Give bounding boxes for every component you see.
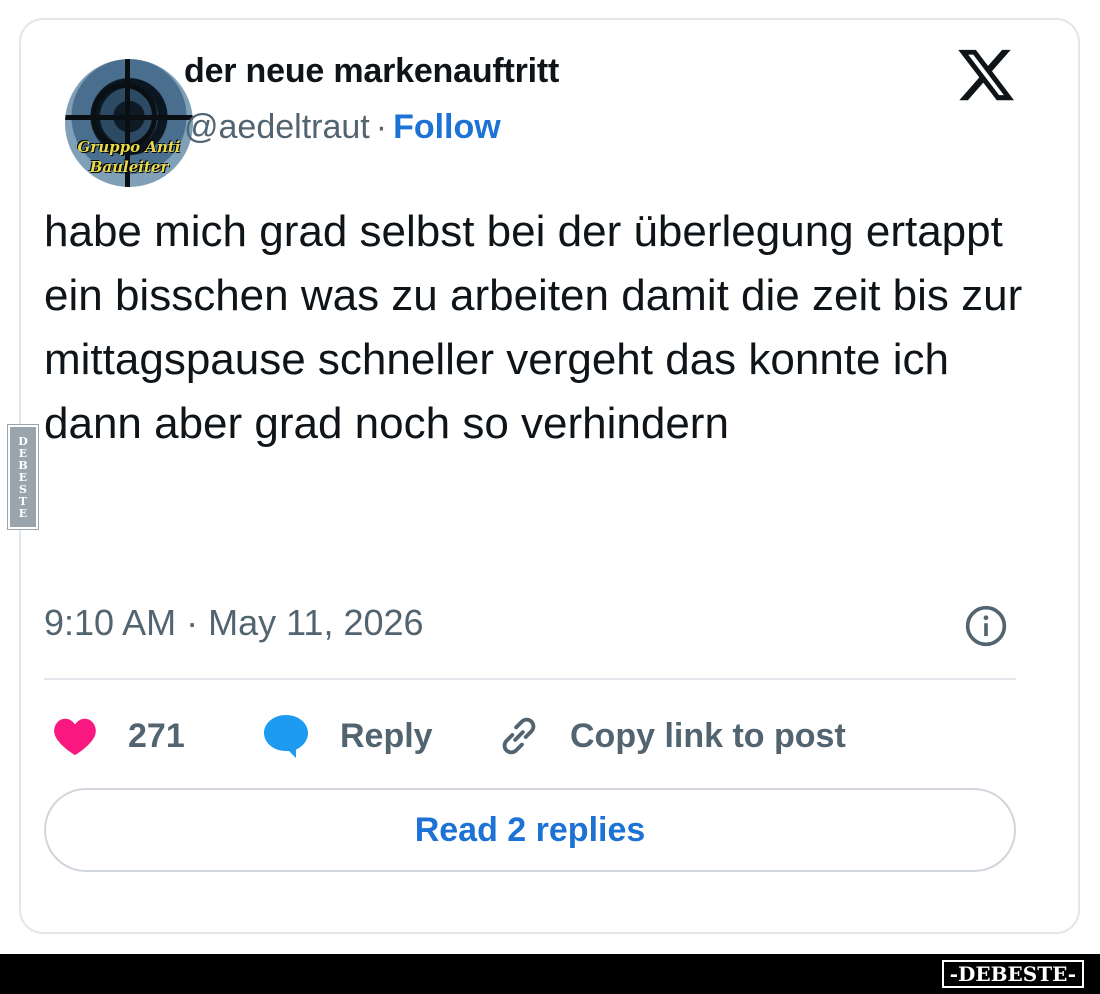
separator: · xyxy=(375,108,388,146)
footer-bar: -DEBESTE- xyxy=(0,954,1100,994)
like-count: 271 xyxy=(128,716,185,755)
reply-label: Reply xyxy=(340,716,433,755)
x-logo-icon[interactable] xyxy=(955,44,1017,106)
speech-bubble-icon xyxy=(264,715,308,758)
link-icon xyxy=(502,717,536,755)
avatar-text-line2: Bauleiter xyxy=(89,158,169,176)
tweet-text: habe mich grad selbst bei der überlegung… xyxy=(44,207,1023,448)
heart-icon xyxy=(54,718,96,756)
reply-button[interactable]: Reply xyxy=(262,710,433,762)
side-watermark: DEBESTE xyxy=(8,425,38,529)
avatar-text-line1: Gruppo Anti xyxy=(77,138,181,156)
avatar-crosshair-horizontal xyxy=(65,115,193,120)
display-name[interactable]: der neue markenauftritt xyxy=(184,52,559,91)
avatar[interactable]: Gruppo Anti Bauleiter xyxy=(65,59,193,187)
like-button[interactable]: 271 xyxy=(52,710,185,762)
divider xyxy=(44,678,1016,680)
follow-link[interactable]: Follow xyxy=(393,108,501,146)
user-handle[interactable]: @aedeltraut xyxy=(184,108,370,146)
footer-watermark-logo: -DEBESTE- xyxy=(941,960,1084,988)
handle-row: @aedeltraut · Follow xyxy=(184,108,501,147)
read-replies-button[interactable]: Read 2 replies xyxy=(44,788,1016,872)
timestamp[interactable]: 9:10 AM · May 11, 2026 xyxy=(44,602,424,644)
copy-link-button[interactable]: Copy link to post xyxy=(496,710,846,762)
info-icon[interactable] xyxy=(964,604,1008,648)
copy-link-label: Copy link to post xyxy=(570,716,846,755)
